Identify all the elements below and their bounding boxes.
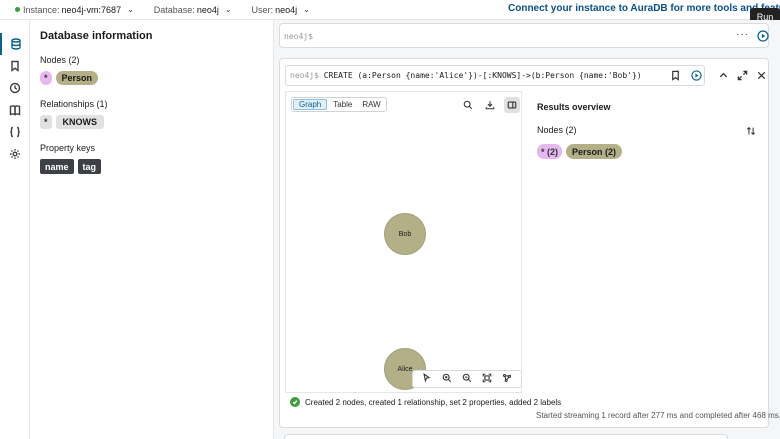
close-icon[interactable] bbox=[756, 70, 767, 81]
graph-toolbar bbox=[412, 370, 522, 388]
main-area: neo4j$ ··· neo4j$ CREATE (a:Person {name… bbox=[274, 20, 780, 439]
instance-value: neo4j-vm:7687 bbox=[61, 4, 122, 15]
graph-visualization[interactable]: Graph Table RAW Bob Alice bbox=[285, 91, 522, 393]
next-result-frame bbox=[284, 434, 728, 439]
toggle-sidebar-icon[interactable] bbox=[504, 97, 520, 113]
tab-raw[interactable]: RAW bbox=[357, 98, 385, 111]
view-tabs: Graph Table RAW bbox=[291, 97, 387, 112]
user-value: neo4j bbox=[275, 4, 298, 15]
status-message: Created 2 nodes, created 1 relationship,… bbox=[290, 397, 561, 407]
property-keys-title: Property keys bbox=[40, 143, 96, 153]
property-key-chip[interactable]: tag bbox=[77, 159, 102, 174]
graph-node[interactable]: Bob bbox=[384, 213, 426, 255]
connected-status-dot bbox=[15, 7, 20, 12]
overview-label-chip[interactable]: * (2) bbox=[537, 144, 563, 159]
node-caption: Bob bbox=[398, 230, 412, 238]
expand-icon[interactable] bbox=[737, 70, 748, 81]
editor-prompt: neo4j$ bbox=[284, 32, 313, 41]
tab-table[interactable]: Table bbox=[328, 98, 357, 111]
frame-query-text: CREATE (a:Person {name:'Alice'})-[:KNOWS… bbox=[323, 71, 642, 80]
bookmark-icon[interactable] bbox=[0, 55, 30, 77]
tab-graph[interactable]: Graph bbox=[293, 99, 328, 110]
node-label-list: * Person bbox=[40, 71, 273, 85]
database-label: Database: bbox=[153, 4, 195, 15]
panel-title: Database information bbox=[40, 30, 153, 42]
play-circle-icon bbox=[757, 30, 769, 42]
property-key-chip[interactable]: name bbox=[40, 159, 74, 174]
chevron-down-icon: ⌄ bbox=[224, 5, 232, 14]
overview-chip-list: * (2) Person (2) bbox=[537, 144, 623, 159]
history-icon[interactable] bbox=[0, 77, 30, 99]
results-overview: Results overview Nodes (2) * (2) Person … bbox=[531, 91, 763, 391]
sort-icon[interactable] bbox=[746, 125, 756, 136]
overview-nodes-title: Nodes (2) bbox=[537, 125, 577, 135]
connect-auradb-link[interactable]: Connect your instance to AuraDB for more… bbox=[508, 3, 780, 14]
check-circle-icon bbox=[290, 397, 300, 407]
node-label-chip[interactable]: * bbox=[40, 71, 52, 85]
search-icon[interactable] bbox=[460, 97, 476, 113]
pointer-icon[interactable] bbox=[422, 372, 432, 386]
database-info-panel: Database information Nodes (2) * Person … bbox=[30, 20, 274, 439]
chevron-down-icon: ⌄ bbox=[303, 5, 310, 14]
icon-rail bbox=[0, 20, 30, 439]
zoom-out-icon[interactable] bbox=[462, 372, 472, 386]
status-text: Created 2 nodes, created 1 relationship,… bbox=[305, 397, 562, 407]
property-key-list: name tag bbox=[40, 159, 273, 174]
gear-icon[interactable] bbox=[0, 143, 30, 165]
bookmark-icon[interactable] bbox=[670, 70, 681, 81]
frame-prompt: neo4j$ bbox=[290, 71, 319, 80]
node-label-chip[interactable]: Person bbox=[55, 71, 99, 85]
rerun-button[interactable] bbox=[691, 70, 702, 81]
book-icon[interactable] bbox=[0, 99, 30, 121]
zoom-in-icon[interactable] bbox=[442, 372, 452, 386]
stream-timing: Started streaming 1 record after 277 ms … bbox=[536, 411, 780, 420]
chevron-down-icon: ⌄ bbox=[127, 5, 134, 14]
user-label: User: bbox=[251, 4, 274, 15]
download-icon[interactable] bbox=[482, 97, 498, 113]
user-selector[interactable]: User: neo4j ⌄ bbox=[252, 5, 310, 15]
curly-braces-icon[interactable] bbox=[0, 121, 30, 143]
nodes-section-title: Nodes (2) bbox=[40, 55, 80, 65]
result-frame: neo4j$ CREATE (a:Person {name:'Alice'})-… bbox=[279, 58, 780, 428]
frame-query-bar[interactable]: neo4j$ CREATE (a:Person {name:'Alice'})-… bbox=[285, 65, 705, 86]
fit-to-screen-icon[interactable] bbox=[482, 372, 492, 386]
query-editor[interactable]: neo4j$ ··· bbox=[279, 23, 769, 48]
top-bar: Instance: neo4j-vm:7687 ⌄ Database: neo4… bbox=[0, 0, 780, 20]
more-options-icon[interactable]: ··· bbox=[736, 29, 749, 40]
relationship-type-chip[interactable]: * bbox=[40, 115, 52, 129]
relationship-type-chip[interactable]: KNOWS bbox=[55, 115, 105, 129]
chevron-up-icon[interactable] bbox=[718, 70, 729, 81]
run-button[interactable] bbox=[757, 30, 769, 42]
frame-query: neo4j$ CREATE (a:Person {name:'Alice'})-… bbox=[290, 71, 642, 80]
node-caption: Alice bbox=[397, 365, 413, 373]
instance-label: Instance: bbox=[23, 4, 60, 15]
instance-selector[interactable]: Instance: neo4j-vm:7687 ⌄ bbox=[15, 5, 134, 15]
database-value: neo4j bbox=[196, 4, 219, 15]
relationships-section-title: Relationships (1) bbox=[40, 99, 108, 109]
database-icon[interactable] bbox=[0, 33, 30, 55]
overview-title: Results overview bbox=[537, 102, 611, 112]
database-selector[interactable]: Database: neo4j ⌄ bbox=[154, 5, 232, 15]
relationship-type-list: * KNOWS bbox=[40, 115, 273, 129]
overview-label-chip[interactable]: Person (2) bbox=[566, 144, 623, 159]
play-circle-icon bbox=[691, 70, 702, 81]
layout-icon[interactable] bbox=[502, 372, 512, 386]
